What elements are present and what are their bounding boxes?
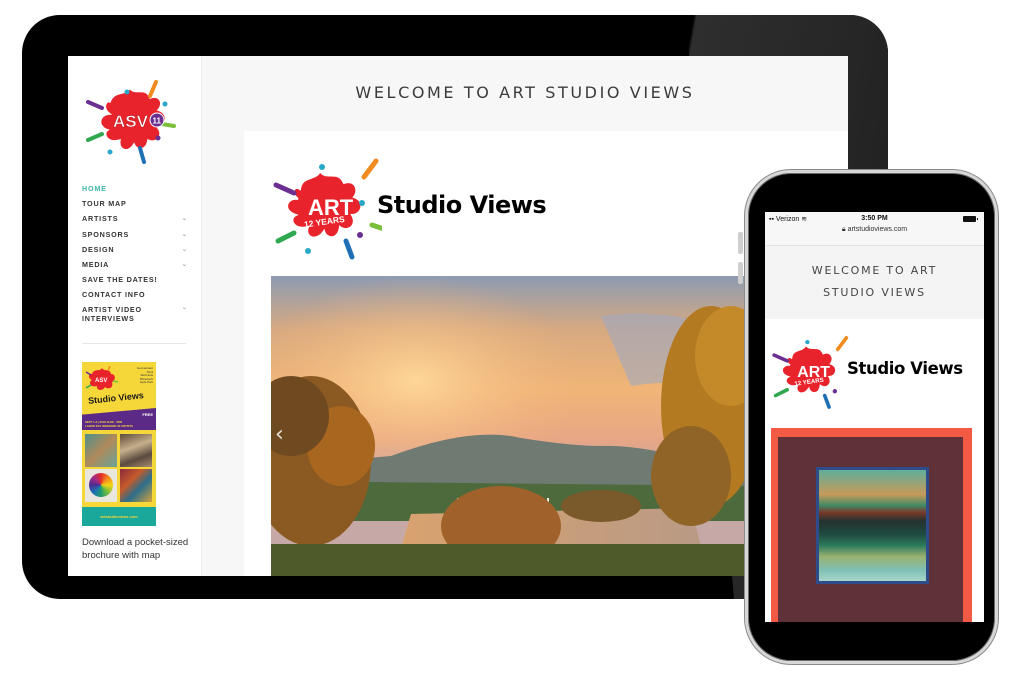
sidebar-item-sponsors[interactable]: SPONSORS ⌄ bbox=[82, 227, 190, 242]
artwork-abstract-painting bbox=[819, 470, 926, 581]
svg-text:11: 11 bbox=[153, 117, 162, 126]
address-bar[interactable]: 🔒︎ artstudioviews.com bbox=[765, 226, 984, 234]
nav-label: SPONSORS bbox=[82, 229, 130, 239]
artwork-frame bbox=[816, 467, 929, 584]
nav-label: ARTIST VIDEO INTERVIEWS bbox=[82, 304, 142, 323]
svg-text:ASV: ASV bbox=[95, 378, 107, 384]
url-text: artstudioviews.com bbox=[847, 226, 908, 233]
phone-screen: ▪▪ Verizon ≋ 3:50 PM 🔒︎ artstudioviews.c… bbox=[765, 212, 984, 622]
sidebar-item-artist-video-interviews[interactable]: ARTIST VIDEO INTERVIEWS ⌄ bbox=[82, 303, 190, 323]
tablet-screen: ASV 11 HOME TOUR MAP ARTISTS ⌄ SPONSORS ⌄ … bbox=[68, 56, 848, 576]
sidebar-divider bbox=[82, 343, 186, 344]
status-time: 3:50 PM bbox=[861, 215, 888, 222]
phone-side-button bbox=[738, 232, 743, 254]
brochure-photo-painting bbox=[85, 434, 117, 467]
site-title[interactable]: Studio Views bbox=[377, 191, 547, 219]
landscape-painting bbox=[271, 276, 751, 576]
lock-icon: 🔒︎ bbox=[841, 226, 846, 233]
svg-text:ASV: ASV bbox=[113, 112, 149, 131]
brochure-photo-color-wheel bbox=[85, 469, 117, 502]
nav-label: SAVE THE DATES! bbox=[82, 275, 158, 285]
brochure-photo-textiles bbox=[120, 469, 152, 502]
sidebar-item-design[interactable]: DESIGN ⌄ bbox=[82, 242, 190, 257]
sidebar-item-media[interactable]: MEDIA ⌄ bbox=[82, 257, 190, 272]
slider-prev-arrow-icon[interactable]: ‹ bbox=[275, 424, 284, 446]
phone-device: ▪▪ Verizon ≋ 3:50 PM 🔒︎ artstudioviews.c… bbox=[745, 170, 998, 664]
brochure-thumbnail[interactable]: ASV Germantown Tivoli Red Hook Rhinebeck… bbox=[82, 362, 156, 526]
download-brochure-text[interactable]: Download a pocket-sized brochure with ma… bbox=[82, 537, 190, 562]
nav-label: MEDIA bbox=[82, 260, 110, 270]
mobile-art-12-years-logo[interactable]: ART 12 YEARS bbox=[771, 332, 851, 410]
brochure-dates: SEPT 1-3 | 2018 11AM - 5PM LABOR DAY WEE… bbox=[85, 420, 133, 428]
sidebar-item-contact-info[interactable]: CONTACT INFO bbox=[82, 287, 190, 302]
sidebar-item-tour-map[interactable]: TOUR MAP bbox=[82, 196, 190, 211]
sidebar-nav: HOME TOUR MAP ARTISTS ⌄ SPONSORS ⌄ DESIGN ⌄… bbox=[82, 181, 190, 323]
mobile-featured-artwork[interactable] bbox=[771, 428, 972, 622]
battery-icon bbox=[963, 216, 978, 222]
sidebar-item-artists[interactable]: ARTISTS ⌄ bbox=[82, 211, 190, 226]
nav-label: HOME bbox=[82, 184, 107, 193]
nav-label: CONTACT INFO bbox=[82, 290, 146, 300]
chevron-down-icon[interactable]: ⌄ bbox=[181, 227, 188, 242]
sidebar-item-home[interactable]: HOME bbox=[82, 181, 190, 196]
device-mockup-stage: ASV 11 HOME TOUR MAP ARTISTS ⌄ SPONSORS ⌄ … bbox=[0, 0, 1010, 679]
chevron-down-icon[interactable]: ⌄ bbox=[181, 303, 188, 312]
nav-label: ARTISTS bbox=[82, 214, 119, 224]
status-bar: ▪▪ Verizon ≋ 3:50 PM 🔒︎ artstudioviews.c… bbox=[765, 212, 984, 246]
color-wheel bbox=[89, 473, 113, 497]
mobile-title-line-1: WELCOME TO ART bbox=[811, 264, 938, 277]
nav-label: DESIGN bbox=[82, 244, 115, 254]
asv-logo[interactable]: ASV 11 bbox=[80, 74, 188, 169]
sidebar: ASV 11 HOME TOUR MAP ARTISTS ⌄ SPONSORS ⌄ … bbox=[68, 56, 202, 576]
brochure-asv-logo: ASV bbox=[85, 365, 119, 390]
page-title: WELCOME TO ART STUDIO VIEWS bbox=[355, 83, 695, 102]
brochure-photo-brushes bbox=[120, 434, 152, 467]
sidebar-item-save-the-dates[interactable]: SAVE THE DATES! bbox=[82, 272, 190, 287]
brochure-towns: Germantown Tivoli Red Hook Rhinebeck Hyd… bbox=[136, 366, 153, 385]
chevron-down-icon[interactable]: ⌄ bbox=[181, 257, 188, 272]
mobile-site-title[interactable]: Studio Views bbox=[847, 359, 963, 378]
phone-side-button bbox=[738, 262, 743, 284]
nav-label: TOUR MAP bbox=[82, 199, 127, 209]
chevron-down-icon[interactable]: ⌄ bbox=[181, 211, 188, 226]
mobile-title-line-2: STUDIO VIEWS bbox=[823, 286, 926, 299]
mobile-page-title: WELCOME TO ART STUDIO VIEWS bbox=[765, 246, 984, 319]
image-slider[interactable]: ‹ bbox=[271, 276, 751, 576]
brochure-footer-url: artstudioviews.com bbox=[82, 507, 156, 526]
art-12-years-logo[interactable]: ART 12 YEARS bbox=[272, 153, 382, 261]
chevron-down-icon[interactable]: ⌄ bbox=[181, 242, 188, 257]
brochure-free: FREE bbox=[142, 412, 153, 417]
